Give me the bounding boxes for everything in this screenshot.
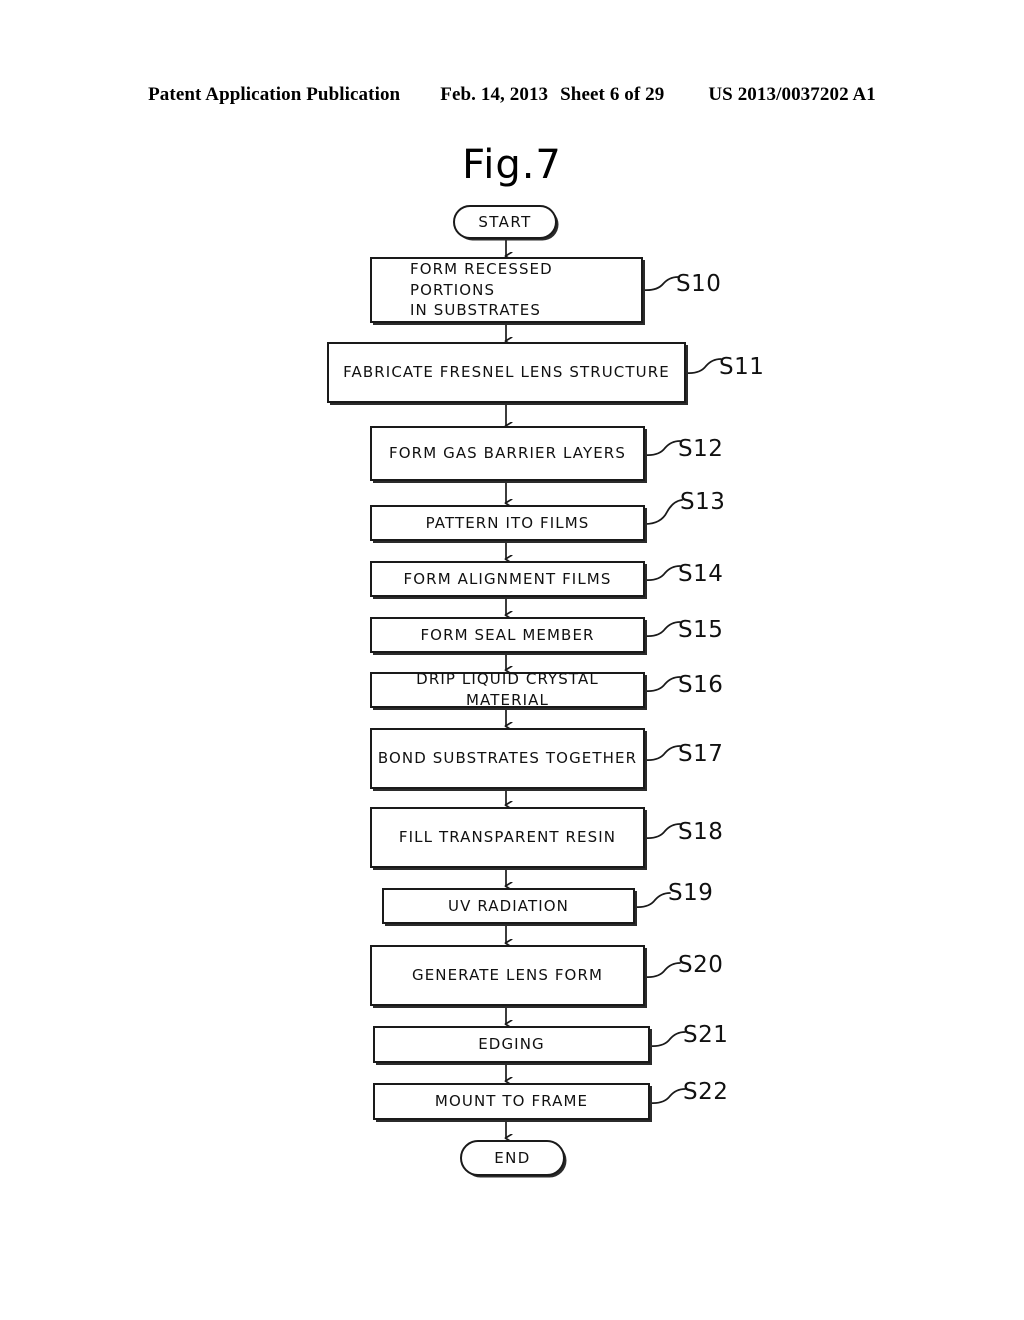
flow-node-s17: BOND SUBSTRATES TOGETHER — [370, 728, 645, 789]
leader-s13 — [644, 499, 683, 525]
flow-node-s13-label: PATTERN ITO FILMS — [425, 513, 590, 532]
flow-node-s15-label: FORM SEAL MEMBER — [420, 625, 595, 644]
step-ref-s16: S16 — [678, 672, 724, 698]
leader-s12 — [644, 440, 681, 457]
leader-s10 — [642, 276, 679, 292]
leader-s14 — [644, 565, 681, 582]
step-ref-s20: S20 — [678, 952, 724, 978]
leader-s16 — [644, 676, 681, 693]
leader-s11 — [685, 358, 722, 375]
leader-s15 — [644, 621, 681, 638]
flow-node-s19-label: UV RADIATION — [448, 896, 569, 915]
flow-connectors — [0, 239, 722, 1320]
publication-title: Patent Application Publication — [148, 84, 401, 105]
flow-node-s11-label: FABRICATE FRESNEL LENS STRUCTURE — [343, 363, 670, 382]
step-ref-s12: S12 — [678, 436, 724, 462]
publication-date: Feb. 14, 2013 — [440, 84, 549, 105]
flow-node-s14-label: FORM ALIGNMENT FILMS — [403, 569, 612, 588]
flow-terminator-end: END — [460, 1140, 565, 1176]
step-ref-s17: S17 — [678, 741, 724, 767]
flow-node-s14: FORM ALIGNMENT FILMS — [370, 561, 645, 597]
flow-node-s20: GENERATE LENS FORM — [370, 945, 645, 1006]
publication-header: Patent Application Publication Feb. 14, … — [0, 84, 1024, 110]
sheet-number: Sheet 6 of 29 — [560, 84, 665, 105]
publication-date-sheet: Feb. 14, 2013 Sheet 6 of 29 — [440, 84, 664, 106]
leader-s19 — [634, 892, 671, 909]
leader-s20 — [644, 962, 681, 979]
leader-s18 — [644, 823, 681, 840]
flow-node-s10: FORM RECESSED PORTIONS IN SUBSTRATES — [370, 257, 643, 323]
flow-terminator-start: START — [453, 205, 557, 239]
flow-node-s20-label: GENERATE LENS FORM — [411, 966, 604, 985]
flow-node-s16-label: DRIP LIQUID CRYSTAL MATERIAL — [416, 670, 599, 709]
flow-node-s13: PATTERN ITO FILMS — [370, 505, 645, 541]
step-ref-s15: S15 — [678, 617, 724, 643]
step-ref-s21: S21 — [683, 1022, 729, 1048]
step-ref-s10: S10 — [676, 271, 722, 297]
step-ref-s11: S11 — [719, 354, 765, 380]
flow-node-s16: DRIP LIQUID CRYSTAL MATERIAL — [370, 670, 645, 709]
step-ref-s18: S18 — [678, 819, 724, 845]
flow-node-s21-label: EDGING — [478, 1035, 545, 1054]
flow-node-s18: FILL TRANSPARENT RESIN — [370, 807, 645, 868]
flow-node-s12-label: FORM GAS BARRIER LAYERS — [389, 444, 626, 463]
leader-s22 — [649, 1088, 686, 1105]
flow-node-s12: FORM GAS BARRIER LAYERS — [370, 426, 645, 481]
leader-s21 — [649, 1031, 686, 1048]
leader-s17 — [644, 745, 681, 762]
flow-node-s10-label: FORM RECESSED PORTIONS IN SUBSTRATES — [410, 259, 553, 320]
step-ref-s22: S22 — [683, 1079, 729, 1105]
flow-node-s19: UV RADIATION — [382, 888, 635, 924]
flow-node-s15: FORM SEAL MEMBER — [370, 617, 645, 653]
flow-node-s11: FABRICATE FRESNEL LENS STRUCTURE — [327, 342, 686, 403]
flow-node-s21: EDGING — [373, 1026, 650, 1063]
patent-number: US 2013/0037202 A1 — [708, 84, 876, 105]
step-ref-s19: S19 — [668, 880, 714, 906]
step-ref-s13: S13 — [680, 489, 726, 515]
terminator-end-label: END — [494, 1149, 531, 1167]
flow-node-s22-label: MOUNT TO FRAME — [434, 1092, 589, 1111]
flow-node-s17-label: BOND SUBSTRATES TOGETHER — [377, 749, 638, 768]
figure-title: Fig.7 — [462, 142, 562, 188]
flow-node-s18-label: FILL TRANSPARENT RESIN — [398, 828, 617, 847]
flow-node-s22: MOUNT TO FRAME — [373, 1083, 650, 1120]
terminator-start-label: START — [478, 213, 532, 231]
step-ref-s14: S14 — [678, 561, 724, 587]
patent-figure-page: Patent Application Publication Feb. 14, … — [0, 0, 1024, 1320]
